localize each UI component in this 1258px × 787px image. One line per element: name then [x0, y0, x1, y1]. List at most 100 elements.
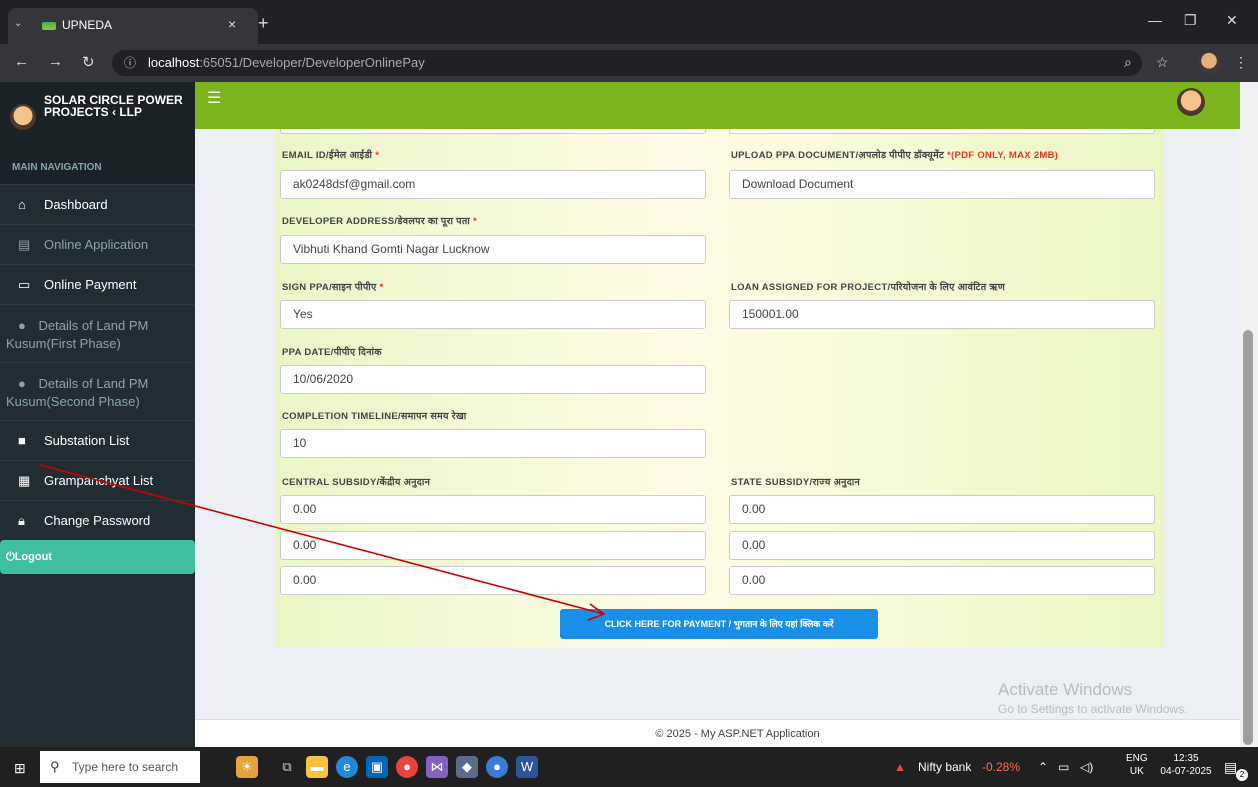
tab-close-icon[interactable]: × — [228, 16, 236, 32]
user-avatar — [10, 104, 36, 130]
sidebar-item-label: Grampanchyat List — [44, 473, 154, 488]
sidebar: SOLAR CIRCLE POWER PROJECTS ‹ LLP MAIN N… — [0, 82, 195, 747]
reload-icon[interactable]: ↻ — [82, 53, 95, 71]
store-icon[interactable]: ▣ — [366, 756, 388, 778]
page-footer: © 2025 - My ASP.NET Application — [195, 719, 1240, 747]
chrome-icon[interactable]: ● — [396, 756, 418, 778]
central-subsidy-field[interactable]: 0.00 — [280, 495, 706, 524]
word-icon[interactable]: W — [516, 756, 538, 778]
taskbar-search-input[interactable]: ⚲ Type here to search — [40, 751, 200, 783]
ppa-date-field[interactable]: 10/06/2020 — [280, 365, 706, 394]
forward-icon[interactable]: → — [48, 53, 63, 70]
sidebar-item-label: Online Application — [44, 237, 149, 252]
app-icon[interactable]: ◆ — [456, 756, 478, 778]
restore-icon[interactable]: ❐ — [1184, 12, 1197, 29]
payment-button[interactable]: CLICK HERE FOR PAYMENT / भुगतान के लिए य… — [560, 609, 878, 639]
network-icon[interactable]: ▭ — [1058, 747, 1069, 787]
new-tab-button[interactable]: + — [258, 13, 269, 34]
bookmark-star-icon[interactable]: ☆ — [1156, 54, 1169, 71]
weather-widget-icon[interactable]: ☀ — [236, 756, 258, 778]
window-close-icon[interactable]: ✕ — [1226, 12, 1238, 29]
ticker-name[interactable]: Nifty bank — [918, 747, 971, 787]
loan-label: LOAN ASSIGNED FOR PROJECT/परियोजना के लि… — [731, 282, 1005, 293]
sidebar-brand: SOLAR CIRCLE POWER PROJECTS ‹ LLP — [0, 82, 195, 152]
scrollbar-thumb[interactable] — [1243, 330, 1253, 745]
task-view-icon[interactable]: ⧉ — [276, 756, 298, 778]
sidebar-item-online-payment[interactable]: ▭ Online Payment — [0, 264, 195, 304]
clipped-field-left[interactable] — [280, 129, 706, 134]
browser-tab[interactable]: ⌄ UPNEDA × — [8, 8, 258, 44]
logout-label: Logout — [14, 551, 52, 563]
lang-top: ENG — [1126, 753, 1148, 764]
zoom-icon[interactable]: ⌕ — [1124, 54, 1132, 71]
sidebar-item-dashboard[interactable]: ⌂ Dashboard — [0, 184, 195, 224]
calculator-icon: ▦ — [18, 473, 31, 488]
state-subsidy-field[interactable]: 0.00 — [729, 531, 1155, 560]
clock[interactable]: 12:35 04-07-2025 — [1160, 752, 1212, 778]
edge-icon[interactable]: e — [336, 756, 358, 778]
sidebar-item-online-application[interactable]: ▤ Online Application — [0, 224, 195, 264]
language-indicator[interactable]: ENG UK — [1126, 752, 1148, 778]
windows-start-icon[interactable]: ⊞ — [14, 760, 26, 777]
clipped-field-right[interactable] — [729, 129, 1155, 134]
sign-ppa-label: SIGN PPA/साइन पीपीए * — [282, 280, 384, 293]
completion-label: COMPLETION TIMELINE/समापन समय रेखा — [282, 411, 467, 422]
visual-studio-icon[interactable]: ⋈ — [426, 756, 448, 778]
upload-label-text: UPLOAD PPA DOCUMENT/अपलोड पीपीए डॉक्यूमे… — [731, 150, 945, 161]
hamburger-menu-icon[interactable]: ☰ — [207, 88, 221, 108]
page-scrollbar[interactable] — [1240, 82, 1258, 747]
header-user-avatar[interactable] — [1177, 88, 1205, 116]
sidebar-item-label: Details of Land PM Kusum(Second Phase) — [6, 375, 195, 411]
completion-field[interactable]: 10 — [280, 429, 706, 458]
nav-header: MAIN NAVIGATION — [0, 152, 195, 184]
ppa-date-label: PPA DATE/पीपीए दिनांक — [282, 347, 382, 358]
tab-search-icon[interactable]: ⌄ — [14, 18, 22, 29]
document-icon: ▤ — [18, 237, 31, 252]
chrome-active-icon[interactable]: ● — [486, 756, 508, 778]
address-input[interactable]: ⓘ localhost:65051/Developer/DeveloperOnl… — [112, 50, 1142, 76]
sign-ppa-field[interactable]: Yes — [280, 300, 706, 329]
sidebar-item-change-password[interactable]: 🔒︎ Change Password — [0, 500, 195, 540]
back-icon[interactable]: ← — [14, 53, 29, 70]
logout-button[interactable]: ⏻Logout — [0, 540, 195, 574]
sidebar-item-label: Online Payment — [44, 277, 137, 292]
sidebar-item-land-first-phase[interactable]: ● Details of Land PM Kusum(First Phase) — [0, 304, 195, 362]
required-mark: * — [473, 216, 478, 227]
search-placeholder: Type here to search — [72, 760, 179, 774]
profile-avatar[interactable] — [1198, 52, 1220, 74]
address-field[interactable]: Vibhuti Khand Gomti Nagar Lucknow — [280, 235, 706, 264]
browser-toolbar: ← → ↻ ⓘ localhost:65051/Developer/Develo… — [0, 44, 1258, 82]
state-subsidy-label: STATE SUBSIDY/राज्य अनुदान — [731, 477, 861, 488]
central-subsidy-field[interactable]: 0.00 — [280, 531, 706, 560]
map-marker-icon: ● — [18, 376, 26, 391]
sign-label-text: SIGN PPA/साइन पीपीए — [282, 282, 377, 293]
sidebar-item-land-second-phase[interactable]: ● Details of Land PM Kusum(Second Phase) — [0, 362, 195, 420]
state-subsidy-field[interactable]: 0.00 — [729, 495, 1155, 524]
search-icon: ⚲ — [50, 759, 60, 774]
state-subsidy-field[interactable]: 0.00 — [729, 566, 1155, 595]
site-info-icon[interactable]: ⓘ — [124, 50, 136, 76]
sidebar-item-text: Details of Land PM Kusum(First Phase) — [6, 318, 149, 351]
stock-trend-icon: ▲ — [894, 760, 906, 774]
clock-date: 04-07-2025 — [1160, 766, 1212, 777]
file-explorer-icon[interactable]: ▬ — [306, 756, 328, 778]
sidebar-item-substation-list[interactable]: ■ Substation List — [0, 420, 195, 460]
sidebar-item-grampanchyat-list[interactable]: ▦ Grampanchyat List — [0, 460, 195, 500]
menu-kebab-icon[interactable]: ⋮ — [1234, 54, 1248, 71]
tray-chevron-icon[interactable]: ⌃ — [1038, 747, 1048, 787]
central-subsidy-field[interactable]: 0.00 — [280, 566, 706, 595]
loan-field[interactable]: 150001.00 — [729, 300, 1155, 329]
email-field[interactable]: ak0248dsf@gmail.com — [280, 170, 706, 199]
power-icon: ⏻ — [6, 551, 15, 563]
browser-tab-bar: ⌄ UPNEDA × + — ❐ ✕ — [0, 0, 1258, 44]
notification-icon[interactable]: ▤ — [1224, 747, 1237, 787]
address-label-text: DEVELOPER ADDRESS/डेवलपर का पूरा पता — [282, 216, 471, 227]
url-path: :65051/Developer/DeveloperOnlinePay — [199, 55, 425, 70]
download-document-field[interactable]: Download Document — [729, 170, 1155, 199]
volume-icon[interactable]: ◁) — [1080, 747, 1093, 787]
minimize-icon[interactable]: — — [1148, 12, 1162, 28]
url-host: localhost — [148, 55, 200, 70]
required-mark: * — [375, 150, 380, 161]
address-label: DEVELOPER ADDRESS/डेवलपर का पूरा पता * — [282, 214, 477, 227]
central-subsidy-label: CENTRAL SUBSIDY/केंद्रीय अनुदान — [282, 477, 431, 488]
